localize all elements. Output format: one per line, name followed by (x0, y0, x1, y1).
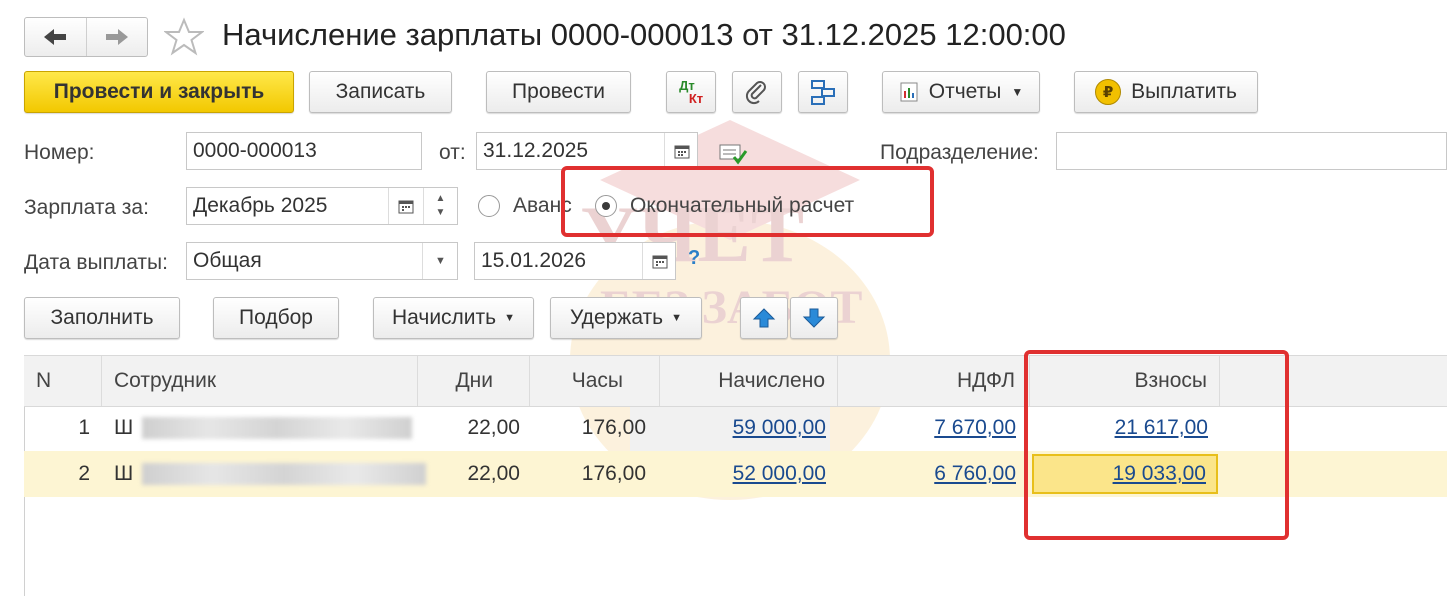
calendar-icon[interactable] (388, 188, 423, 224)
number-field[interactable]: 0000-000013 (186, 132, 422, 170)
chevron-down-icon: ▼ (671, 312, 683, 324)
column-header-n[interactable]: N (24, 356, 102, 406)
highlight-final-calc (561, 166, 934, 237)
ruble-coin-icon: ₽ (1095, 79, 1122, 105)
paperclip-icon (745, 81, 766, 105)
arrow-up-icon (752, 308, 776, 328)
pay-date-kind-value: Общая (193, 249, 262, 272)
structure-icon (811, 80, 835, 105)
structure-button[interactable] (798, 71, 848, 113)
advance-radio[interactable] (478, 195, 500, 217)
forward-button[interactable] (87, 18, 148, 56)
favorite-star-button[interactable] (162, 17, 206, 57)
checked-document-icon[interactable] (716, 138, 750, 166)
nav-buttons (24, 17, 148, 57)
month-spinner[interactable]: ▲ ▼ (423, 188, 457, 224)
accrue-button[interactable]: Начислить ▼ (373, 297, 534, 339)
help-icon[interactable]: ? (688, 247, 700, 270)
days-cell: 22,00 (467, 416, 520, 439)
ndfl-cell[interactable]: 6 760,00 (838, 451, 1030, 497)
reports-button[interactable]: Отчеты ▼ (882, 71, 1040, 113)
arrow-left-icon (44, 29, 67, 45)
arrow-down-icon (802, 308, 826, 328)
report-icon (900, 82, 918, 102)
column-header-accrued[interactable]: Начислено (660, 356, 838, 406)
redacted-name (142, 463, 426, 485)
move-up-button[interactable] (740, 297, 788, 339)
spin-up-icon[interactable]: ▲ (436, 192, 446, 206)
column-header-hours[interactable]: Часы (530, 356, 660, 406)
salary-for-label: Зарплата за: (24, 196, 149, 219)
ndfl-cell[interactable]: 7 670,00 (838, 405, 1030, 451)
select-button[interactable]: Подбор (213, 297, 339, 339)
withhold-label: Удержать (569, 306, 664, 329)
from-label: от: (439, 141, 466, 164)
chevron-down-icon[interactable]: ▼ (422, 243, 458, 279)
post-button[interactable]: Провести (486, 71, 631, 113)
back-button[interactable] (25, 18, 87, 56)
fill-button[interactable]: Заполнить (24, 297, 180, 339)
redacted-name (142, 417, 412, 439)
salary-month-value: Декабрь 2025 (193, 194, 328, 217)
number-label: Номер: (24, 141, 95, 164)
attach-button[interactable] (732, 71, 782, 113)
column-header-employee[interactable]: Сотрудник (102, 356, 418, 406)
accrued-link[interactable]: 59 000,00 (733, 416, 826, 440)
division-field[interactable] (1056, 132, 1447, 170)
column-header-days[interactable]: Дни (418, 356, 530, 406)
accrue-label: Начислить (392, 306, 497, 329)
ndfl-link[interactable]: 7 670,00 (934, 416, 1016, 440)
pay-date-kind-select[interactable]: Общая (186, 242, 458, 280)
chevron-down-icon: ▼ (504, 312, 515, 324)
chevron-down-icon: ▼ (1011, 85, 1024, 99)
row-number: 1 (78, 416, 90, 439)
accrued-link[interactable]: 52 000,00 (733, 462, 826, 486)
star-icon (164, 17, 204, 56)
pay-date-value: 15.01.2026 (481, 249, 587, 272)
division-label: Подразделение: (880, 141, 1039, 164)
ndfl-link[interactable]: 6 760,00 (934, 462, 1016, 486)
kt-label: Кт (688, 91, 704, 106)
pay-button[interactable]: ₽ Выплатить (1074, 71, 1258, 113)
ruble-glyph: ₽ (1102, 84, 1114, 101)
post-and-close-button[interactable]: Провести и закрыть (24, 71, 294, 113)
dtkt-button[interactable]: Дт Кт (666, 71, 716, 113)
page-title: Начисление зарплаты 0000-000013 от 31.12… (222, 17, 1066, 52)
days-cell: 22,00 (467, 462, 520, 485)
document-date-value: 31.12.2025 (483, 139, 589, 162)
pay-label: Выплатить (1131, 80, 1237, 103)
hours-cell: 176,00 (581, 416, 646, 439)
column-header-ndfl[interactable]: НДФЛ (838, 356, 1030, 406)
hours-cell: 176,00 (581, 462, 646, 485)
withhold-button[interactable]: Удержать ▼ (550, 297, 702, 339)
move-down-button[interactable] (790, 297, 838, 339)
calendar-icon[interactable] (664, 133, 698, 169)
reports-label: Отчеты (928, 80, 1002, 103)
calendar-icon[interactable] (642, 243, 676, 279)
arrow-right-icon (105, 29, 128, 45)
highlight-contributions (1024, 350, 1289, 540)
spin-down-icon[interactable]: ▼ (436, 206, 446, 220)
save-button[interactable]: Записать (309, 71, 452, 113)
pay-date-label: Дата выплаты: (24, 251, 168, 274)
accrued-cell[interactable]: 52 000,00 (660, 451, 838, 497)
row-number: 2 (78, 462, 90, 485)
accrued-cell[interactable]: 59 000,00 (660, 405, 838, 451)
